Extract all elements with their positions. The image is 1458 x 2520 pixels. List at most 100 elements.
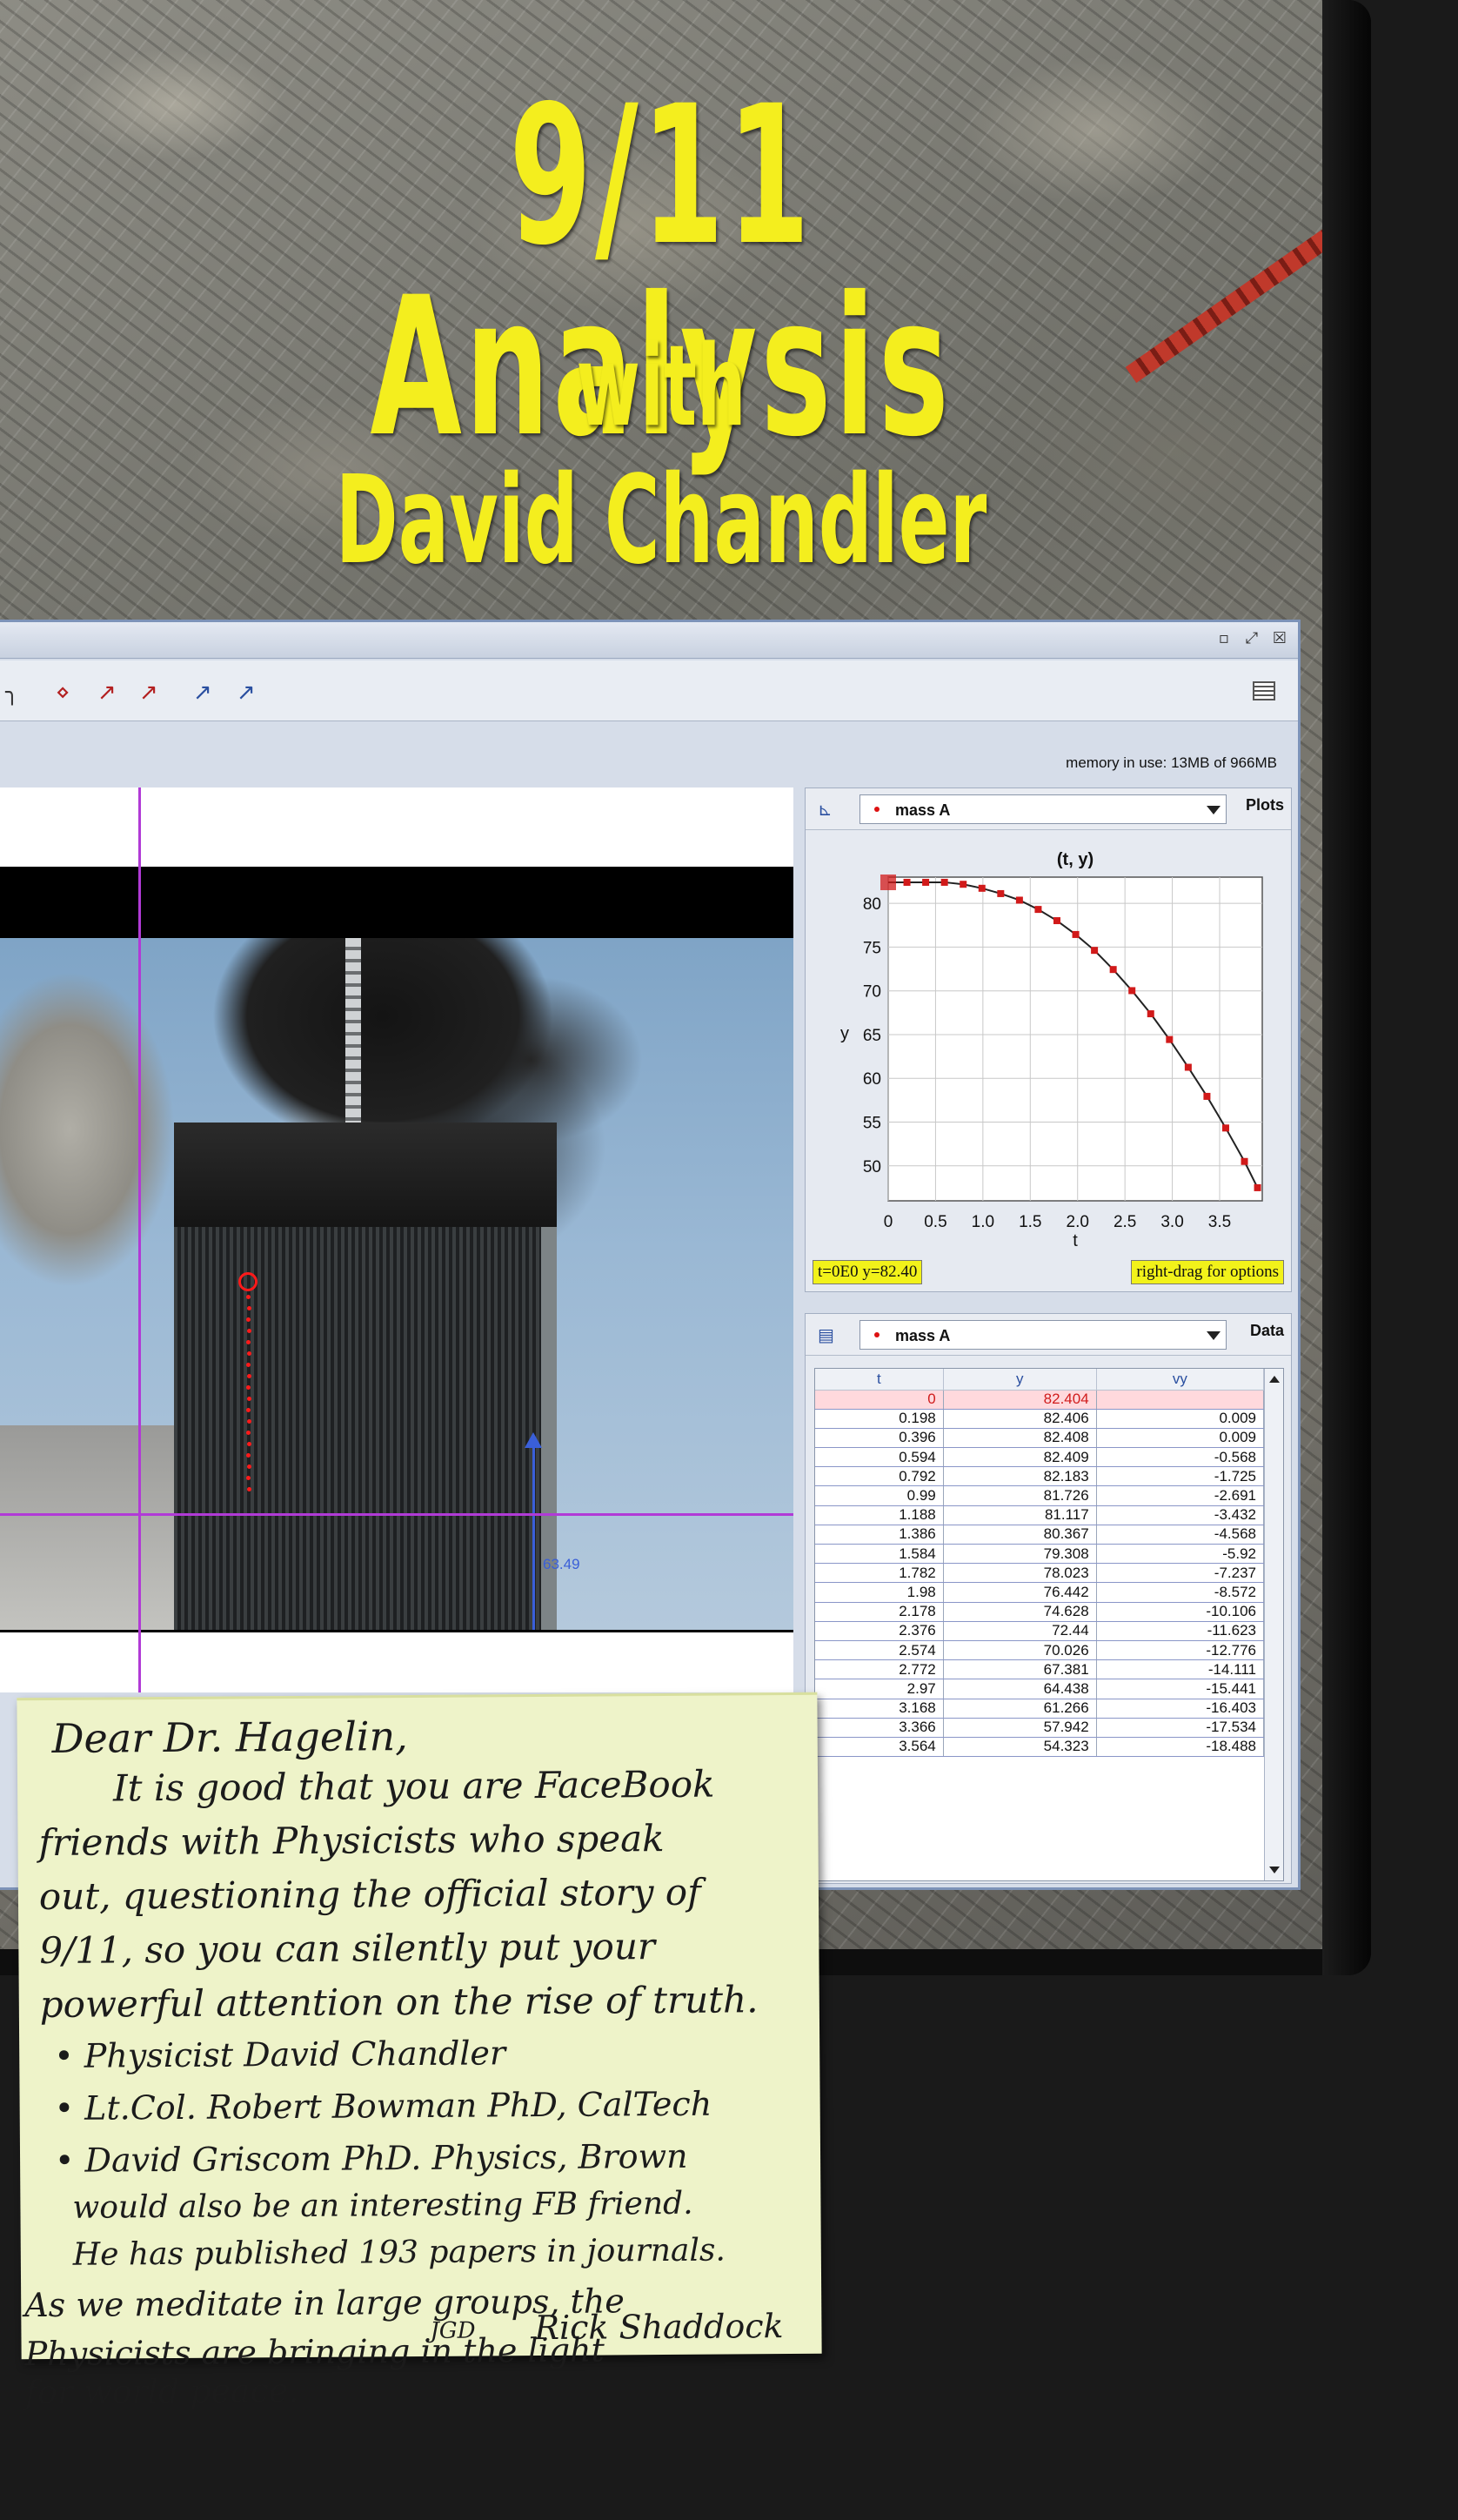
column-header-t[interactable]: t xyxy=(815,1369,944,1391)
cell-y: 70.026 xyxy=(943,1640,1097,1661)
data-panel: ▤ mass A Data t y vy 0 82.404 0.198 82.4… xyxy=(805,1313,1292,1884)
trace-point xyxy=(246,1431,251,1435)
cell-vy: -0.568 xyxy=(1096,1447,1265,1468)
plot-icon[interactable]: ⊾ xyxy=(818,799,839,820)
table-row[interactable]: 2.772 67.381 -14.111 xyxy=(815,1659,1265,1680)
restore-icon[interactable]: ▫ xyxy=(1214,629,1234,648)
vector-m-icon[interactable]: ↗ xyxy=(237,680,256,706)
ty-plot[interactable]: 0 0.5 1.0 1.5 2.0 2.5 3.0 3.5 50 55 60 65 70 75 80 (t, … xyxy=(814,839,1284,1257)
note-line: • David Griscom PhD. Physics, Brown xyxy=(54,2136,688,2180)
y-tick-label: 75 xyxy=(863,939,881,957)
table-row[interactable]: 0 82.404 xyxy=(815,1390,1265,1410)
table-row[interactable]: 0.99 81.726 -2.691 xyxy=(815,1485,1265,1506)
table-row[interactable]: 0.396 82.408 0.009 xyxy=(815,1428,1265,1449)
tracked-point-marker[interactable] xyxy=(238,1272,257,1291)
cell-y: 82.406 xyxy=(943,1409,1097,1429)
y-tick-label: 70 xyxy=(863,983,881,1002)
table-row[interactable]: 1.782 78.023 -7.237 xyxy=(815,1563,1265,1584)
data-point xyxy=(922,878,930,886)
data-point xyxy=(1072,930,1080,938)
table-row[interactable]: 1.98 76.442 -8.572 xyxy=(815,1582,1265,1603)
trace-point xyxy=(247,1419,251,1424)
trace-point xyxy=(246,1385,251,1390)
note-line: powerful attention on the rise of truth. xyxy=(39,1978,759,2027)
data-button[interactable]: Data xyxy=(1250,1322,1284,1340)
video-frame[interactable]: 63.49 xyxy=(0,938,793,1630)
table-row[interactable]: 2.574 70.026 -12.776 xyxy=(815,1640,1265,1661)
table-row[interactable]: 0.198 82.406 0.009 xyxy=(815,1409,1265,1429)
plot-panel: ⊾ mass A Plots 0 0.5 1.0 1.5 2.0 2.5 3.0 3.5 50 5… xyxy=(805,788,1292,1292)
note-line: 9/11, so you can silently put your xyxy=(39,1925,656,1973)
acceleration-vector-icon[interactable]: ↗ xyxy=(139,680,158,706)
data-point xyxy=(997,889,1005,897)
data-point xyxy=(1254,1183,1261,1191)
x-tick-label: 2.5 xyxy=(1114,1213,1136,1231)
curve-tool-icon[interactable]: ╮ xyxy=(5,680,19,706)
vector-1-icon[interactable]: ↗ xyxy=(193,680,212,706)
plot-area xyxy=(887,876,1263,1202)
cell-vy: -11.623 xyxy=(1096,1621,1265,1641)
cell-y: 82.409 xyxy=(943,1447,1097,1468)
velocity-vector-icon[interactable]: ↗ xyxy=(97,680,117,706)
axis-horizontal-line[interactable] xyxy=(0,1513,793,1516)
menu-icon[interactable] xyxy=(1253,681,1275,700)
x-tick-label: 2.0 xyxy=(1067,1213,1089,1231)
data-mass-selector[interactable]: mass A xyxy=(859,1320,1227,1350)
table-row[interactable]: 1.188 81.117 -3.432 xyxy=(815,1505,1265,1525)
cell-vy: -15.441 xyxy=(1096,1679,1265,1699)
measuring-stick[interactable] xyxy=(532,1438,535,1630)
note-line: Dear Dr. Hagelin, xyxy=(51,1712,408,1762)
note-line: Rick Shaddock xyxy=(534,2307,784,2348)
scroll-up-icon[interactable] xyxy=(1269,1376,1280,1383)
plots-button[interactable]: Plots xyxy=(1246,796,1284,814)
table-row[interactable]: 3.564 54.323 -18.488 xyxy=(815,1737,1265,1758)
y-tick-label: 60 xyxy=(863,1070,881,1089)
y-tick-label: 50 xyxy=(863,1158,881,1176)
x-axis-label: t xyxy=(1073,1231,1078,1250)
table-row[interactable]: 3.366 57.942 -17.534 xyxy=(815,1718,1265,1738)
table-row[interactable]: 3.168 61.266 -16.403 xyxy=(815,1699,1265,1719)
x-tick-label: 0 xyxy=(884,1213,893,1231)
cell-y: 81.726 xyxy=(943,1485,1097,1506)
data-point xyxy=(978,884,986,892)
table-scrollbar[interactable] xyxy=(1264,1369,1283,1880)
second-tower xyxy=(0,1425,174,1630)
trace-point xyxy=(247,1306,251,1310)
cell-vy: -8.572 xyxy=(1096,1582,1265,1603)
table-row[interactable]: 2.376 72.44 -11.623 xyxy=(815,1621,1265,1641)
table-row[interactable]: 2.97 64.438 -15.441 xyxy=(815,1679,1265,1699)
cell-y: 81.117 xyxy=(943,1505,1097,1525)
table-row[interactable]: 1.584 79.308 -5.92 xyxy=(815,1544,1265,1565)
video-panel[interactable]: 63.49 xyxy=(0,788,793,1692)
trace-point xyxy=(247,1351,251,1356)
axis-vertical-line[interactable] xyxy=(138,788,141,1692)
data-point xyxy=(1147,1010,1154,1018)
trace-point xyxy=(247,1487,251,1491)
table-row[interactable]: 2.178 74.628 -10.106 xyxy=(815,1602,1265,1622)
data-point xyxy=(1034,906,1042,914)
table-row[interactable]: 0.792 82.183 -1.725 xyxy=(815,1466,1265,1487)
cell-y: 82.183 xyxy=(943,1466,1097,1487)
scroll-down-icon[interactable] xyxy=(1269,1867,1280,1873)
data-point xyxy=(903,878,911,886)
tower-fire-zone xyxy=(174,1123,557,1227)
table-row[interactable]: 0.594 82.409 -0.568 xyxy=(815,1447,1265,1468)
trace-point xyxy=(246,1317,251,1322)
data-point xyxy=(1015,896,1023,904)
data-point xyxy=(1109,966,1117,974)
maximize-icon[interactable]: ⤢ xyxy=(1242,629,1261,648)
table-row[interactable]: 1.386 80.367 -4.568 xyxy=(815,1525,1265,1545)
column-header-vy[interactable]: vy xyxy=(1096,1369,1265,1391)
chart-title: (t, y) xyxy=(1057,850,1094,869)
cell-y: 57.942 xyxy=(943,1718,1097,1738)
plot-mass-selector[interactable]: mass A xyxy=(859,794,1227,824)
cell-t: 3.366 xyxy=(815,1718,944,1738)
column-header-y[interactable]: y xyxy=(943,1369,1097,1391)
cell-y: 76.442 xyxy=(943,1582,1097,1603)
note-line: He has published 193 papers in journals. xyxy=(72,2232,726,2273)
close-icon[interactable]: ☒ xyxy=(1270,629,1289,648)
cell-vy: -16.403 xyxy=(1096,1699,1265,1719)
point-mass-x-icon[interactable]: ⋄ xyxy=(56,680,70,706)
dvd-cover: 9/11 Analysis with David Chandler ▫ ⤢ ☒ … xyxy=(0,0,1322,1949)
table-icon[interactable]: ▤ xyxy=(818,1324,839,1345)
